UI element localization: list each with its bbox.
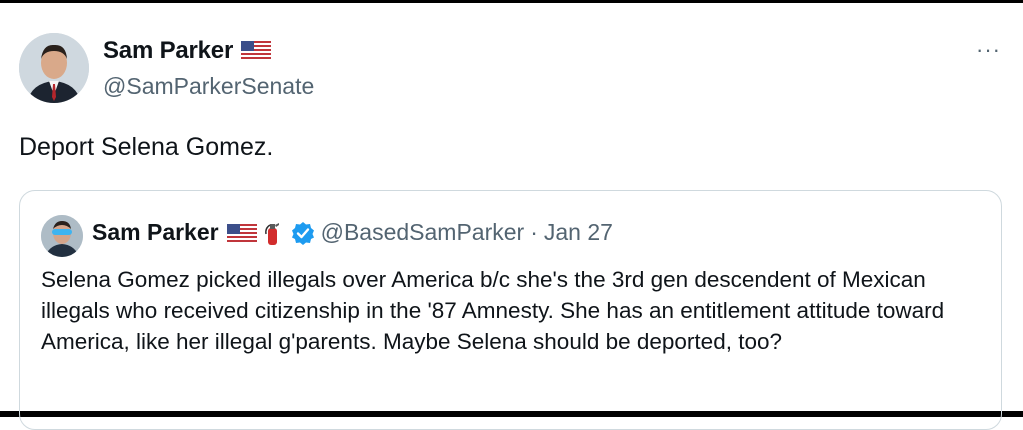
quote-author-name[interactable]: Sam Parker (92, 219, 219, 246)
quoted-tweet[interactable]: Sam Parker @BasedSamParker · Jan 27 Sele… (19, 190, 1002, 430)
author-handle[interactable]: @SamParkerSenate (103, 73, 314, 100)
quote-text: Selena Gomez picked illegals over Americ… (41, 267, 945, 354)
author-avatar[interactable] (19, 33, 89, 103)
tweet-text: Deport Selena Gomez. (19, 133, 274, 161)
fire-extinguisher-icon (263, 220, 281, 246)
author-name-row: Sam Parker (103, 37, 272, 65)
quote-header: Sam Parker @BasedSamParker · Jan 27 (92, 219, 613, 246)
quote-date[interactable]: Jan 27 (544, 219, 613, 246)
verified-badge-icon (291, 221, 315, 245)
quote-author-avatar[interactable] (41, 215, 83, 257)
quote-author-handle[interactable]: @BasedSamParker (321, 219, 525, 246)
more-icon[interactable]: ··· (976, 37, 1001, 63)
author-name[interactable]: Sam Parker (103, 37, 233, 65)
separator: · (530, 219, 538, 245)
tweet-card: Sam Parker @SamParkerSenate ··· Deport S… (0, 0, 1023, 430)
us-flag-icon (226, 223, 257, 244)
us-flag-icon (241, 41, 272, 61)
